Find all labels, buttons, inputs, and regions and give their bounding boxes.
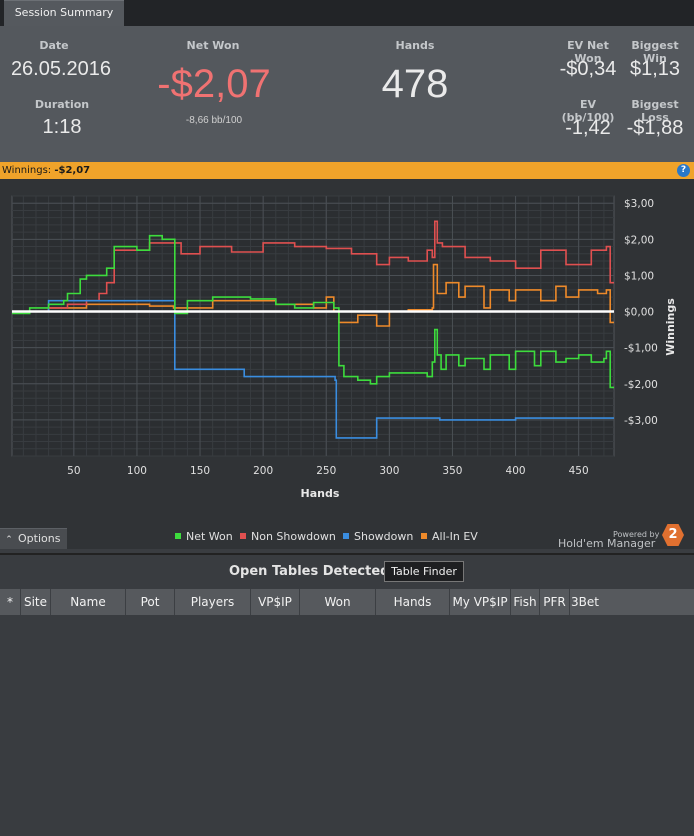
column-header-players[interactable]: Players — [175, 589, 251, 615]
y-tick-label: -$1,00 — [624, 343, 658, 355]
column-header-pot[interactable]: Pot — [126, 589, 175, 615]
column-header-3bet[interactable]: 3Bet — [570, 589, 600, 615]
y-tick-label: $1,00 — [624, 270, 654, 282]
ev-net-won-value: -$0,34 — [559, 58, 617, 80]
x-tick-label: 350 — [442, 465, 462, 477]
y-tick-labels: $3,00 $2,00 $1,00 $0,00 -$1,00 -$2,00 -$3,00 — [624, 198, 658, 427]
open-tables-title: Open Tables Detected — [229, 564, 390, 579]
hands-label: Hands — [395, 39, 435, 52]
duration-label: Duration — [34, 98, 90, 111]
winnings-bar: Winnings: -$2,07 ? — [0, 162, 694, 179]
y-tick-label: $3,00 — [624, 198, 654, 210]
y-tick-label: $2,00 — [624, 234, 654, 246]
winnings-chart-area: $3,00 $2,00 $1,00 $0,00 -$1,00 -$2,00 -$3,00 5… — [0, 179, 694, 549]
legend-swatch-non-showdown — [240, 533, 246, 539]
x-tick-label: 400 — [506, 465, 526, 477]
column-header-star[interactable]: * — [0, 589, 21, 615]
column-header-hands[interactable]: Hands — [376, 589, 450, 615]
net-won-bb100: -8,66 bb/100 — [185, 115, 243, 126]
column-header-name[interactable]: Name — [51, 589, 126, 615]
legend-swatch-allin-ev — [421, 533, 427, 539]
open-tables-header: * Site Name Pot Players VP$IP Won Hands … — [0, 589, 694, 615]
x-tick-label: 450 — [569, 465, 589, 477]
ev-bb100-value: -1,42 — [565, 117, 611, 139]
y-axis-title: Winnings — [664, 298, 677, 356]
y-tick-label: -$3,00 — [624, 415, 658, 427]
y-tick-label: -$2,00 — [624, 379, 658, 391]
x-tick-label: 100 — [127, 465, 147, 477]
legend-swatch-showdown — [343, 533, 349, 539]
x-tick-labels: 50 100 150 200 250 300 350 400 450 — [67, 465, 589, 477]
branding: Powered by Hold'em Manager 2 — [558, 524, 684, 550]
y-tick-label: $0,00 — [624, 307, 654, 319]
caret-up-icon: ⌃ — [5, 535, 13, 545]
column-header-site[interactable]: Site — [21, 589, 51, 615]
session-summary-panel: Date 26.05.2016 Duration 1:18 Net Won -$… — [0, 26, 694, 162]
biggest-loss-value: -$1,88 — [626, 117, 684, 139]
column-header-my-vpip[interactable]: My VP$IP — [450, 589, 511, 615]
x-tick-label: 200 — [253, 465, 273, 477]
x-tick-label: 150 — [190, 465, 210, 477]
x-tick-label: 300 — [379, 465, 399, 477]
legend-swatch-net-won — [175, 533, 181, 539]
date-value: 26.05.2016 — [10, 58, 112, 80]
legend-showdown: Showdown — [343, 530, 413, 543]
hands-value: 478 — [381, 62, 449, 106]
net-won-value: -$2,07 — [157, 62, 271, 106]
product-name: Hold'em Manager — [558, 537, 656, 550]
biggest-win-value: $1,13 — [629, 58, 681, 80]
column-header-pfr[interactable]: PFR — [540, 589, 570, 615]
tab-bar: Session Summary — [0, 0, 694, 27]
winnings-chart: $3,00 $2,00 $1,00 $0,00 -$1,00 -$2,00 -$3,00 5… — [11, 195, 677, 500]
duration-value: 1:18 — [42, 116, 82, 138]
legend-net-won: Net Won — [175, 530, 233, 543]
tab-session-summary[interactable]: Session Summary — [4, 0, 124, 27]
question-icon[interactable]: ? — [677, 164, 690, 177]
options-button[interactable]: ⌃ Options — [0, 528, 67, 549]
winnings-value: -$2,07 — [54, 165, 91, 176]
column-header-vpip[interactable]: VP$IP — [251, 589, 300, 615]
legend-non-showdown: Non Showdown — [240, 530, 336, 543]
legend-allin-ev: All-In EV — [421, 530, 478, 543]
column-header-fish[interactable]: Fish — [511, 589, 540, 615]
winnings-label: Winnings: — [2, 165, 52, 176]
x-tick-label: 250 — [316, 465, 336, 477]
x-axis-title: Hands — [301, 487, 340, 500]
column-header-won[interactable]: Won — [300, 589, 376, 615]
date-label: Date — [39, 39, 69, 52]
net-won-label: Net Won — [186, 39, 240, 52]
x-tick-label: 50 — [67, 465, 80, 477]
table-finder-button[interactable]: Table Finder — [384, 561, 464, 582]
